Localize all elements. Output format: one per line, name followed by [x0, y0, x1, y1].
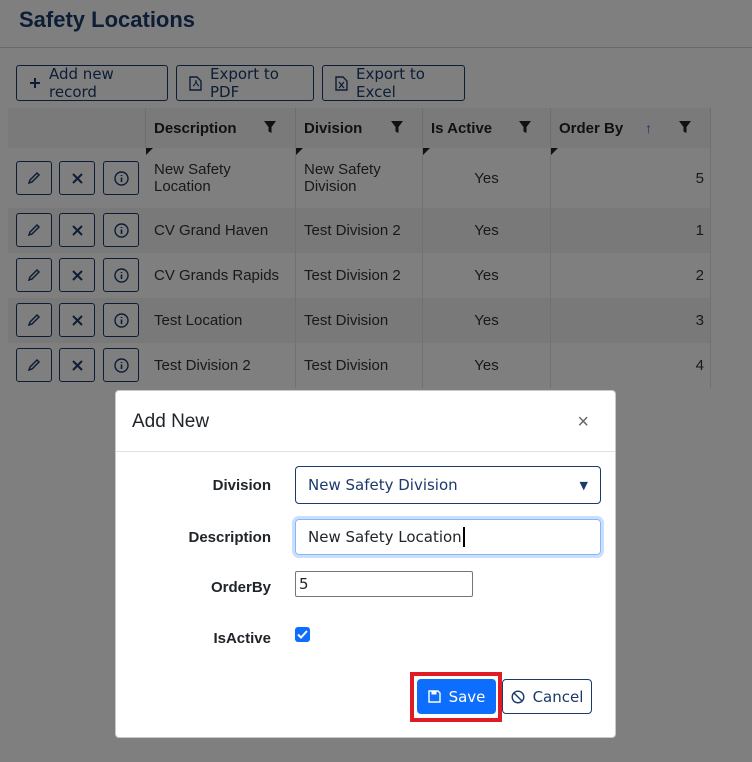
description-label: Description	[188, 529, 271, 546]
save-icon	[427, 690, 441, 703]
orderby-input[interactable]: 5	[295, 571, 473, 597]
isactive-checkbox[interactable]	[295, 627, 310, 642]
close-icon[interactable]: ×	[577, 411, 589, 434]
text-cursor	[462, 527, 465, 547]
cancel-label: Cancel	[532, 687, 584, 706]
isactive-label: IsActive	[213, 630, 271, 647]
add-new-dialog: Add New × Division New Safety Division ▼…	[115, 390, 616, 738]
division-select-value: New Safety Division	[308, 476, 458, 494]
dialog-title: Add New	[132, 411, 210, 432]
cancel-icon	[511, 689, 525, 704]
division-select[interactable]: New Safety Division ▼	[295, 466, 601, 504]
checkmark-icon	[297, 630, 308, 639]
division-label: Division	[212, 477, 271, 494]
save-button[interactable]: Save	[417, 679, 496, 714]
cancel-button[interactable]: Cancel	[502, 679, 592, 714]
description-input[interactable]: New Safety Location	[295, 519, 601, 555]
dialog-header-divider	[116, 451, 615, 452]
orderby-label: OrderBy	[210, 579, 271, 596]
orderby-input-value: 5	[299, 575, 309, 593]
dropdown-caret-icon: ▼	[579, 479, 588, 492]
description-input-value: New Safety Location	[308, 528, 462, 546]
save-label: Save	[448, 687, 486, 706]
